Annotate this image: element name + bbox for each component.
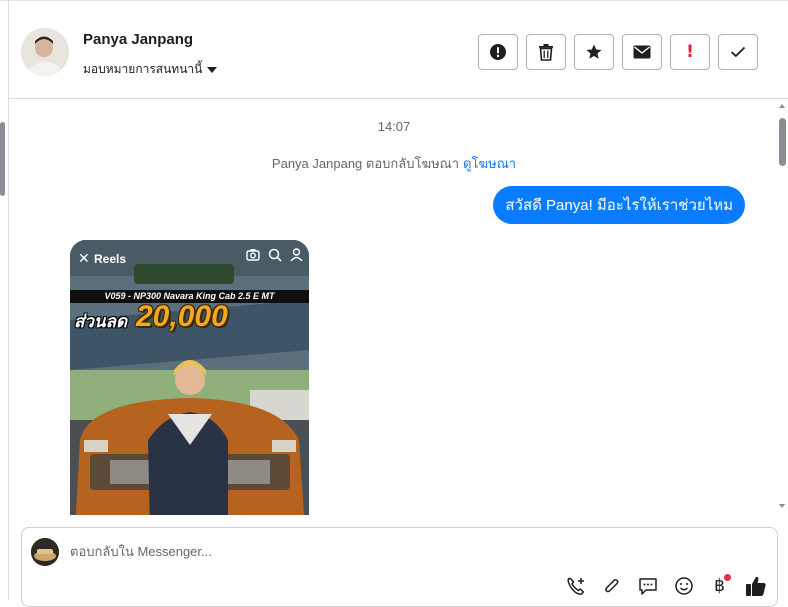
page-avatar [31,538,59,566]
contact-avatar[interactable] [21,28,69,76]
exclamation-icon: ! [686,42,694,62]
notification-dot [724,574,731,581]
reply-composer: ฿ [21,527,778,607]
saved-replies-button[interactable] [636,574,659,597]
emoji-button[interactable] [672,574,695,597]
scroll-down-arrow-icon[interactable] [779,504,785,508]
promo-prefix: ส่วนลด [74,312,128,331]
alert-circle-icon [490,44,506,60]
follow-up-button[interactable]: ! [670,34,710,70]
assign-label: มอบหมายการสนทนานี้ [83,62,203,76]
paperclip-icon [604,578,618,592]
smiley-icon [674,576,693,595]
scroll-up-arrow-icon[interactable] [779,104,785,108]
composer-tools: ฿ [564,574,767,597]
conversation-toolbar: ! [478,34,758,70]
camera-icon[interactable] [246,248,260,261]
star-button[interactable] [574,34,614,70]
thumbs-up-icon [745,576,766,596]
thread-scrollbar-thumb[interactable] [779,118,786,166]
like-button[interactable] [744,574,767,597]
chat-bubble-icon [638,577,657,595]
mark-spam-button[interactable] [478,34,518,70]
attach-button[interactable] [600,574,623,597]
call-button[interactable] [564,574,587,597]
delete-button[interactable] [526,34,566,70]
caret-down-icon [207,67,218,73]
payment-button[interactable]: ฿ [708,574,731,597]
promo-amount: 20,000 [136,300,228,333]
message-timestamp: 14:07 [377,119,411,134]
trash-icon [539,44,553,61]
ad-reply-notice: Panya Janpang ตอบกลับโฆษณา ดูโฆษณา [9,153,779,174]
assign-conversation-dropdown[interactable]: มอบหมายการสนทนานี้ [83,60,218,79]
reels-label: Reels [94,252,127,266]
check-icon [730,46,746,58]
phone-plus-icon [566,577,584,595]
left-scrollbar-thumb[interactable] [0,122,5,196]
star-icon [586,44,602,59]
mark-unread-button[interactable] [622,34,662,70]
envelope-icon [633,45,651,59]
close-icon[interactable]: ✕ [78,250,90,267]
profile-icon[interactable] [290,248,303,262]
outgoing-message-bubble[interactable]: สวัสดี Panya! มีอะไรให้เราช่วยไหม [493,186,745,224]
dealer-logo [134,264,234,284]
reply-input[interactable] [70,540,750,562]
search-icon[interactable] [268,248,282,262]
view-ad-link[interactable]: ดูโฆษณา [463,156,516,171]
reel-actions [246,248,303,262]
mark-done-button[interactable] [718,34,758,70]
contact-name[interactable]: Panya Janpang [83,31,193,48]
ad-reply-text: Panya Janpang ตอบกลับโฆษณา [271,156,460,171]
message-thread: 14:07 Panya Janpang ตอบกลับโฆษณา ดูโฆษณา … [9,100,779,515]
reel-video-attachment[interactable]: ✕ Reels V059 - NP300 Navara King Cab 2.5… [70,240,309,515]
conversation-header: Panya Janpang มอบหมายการสนทนานี้ ! [9,1,788,99]
